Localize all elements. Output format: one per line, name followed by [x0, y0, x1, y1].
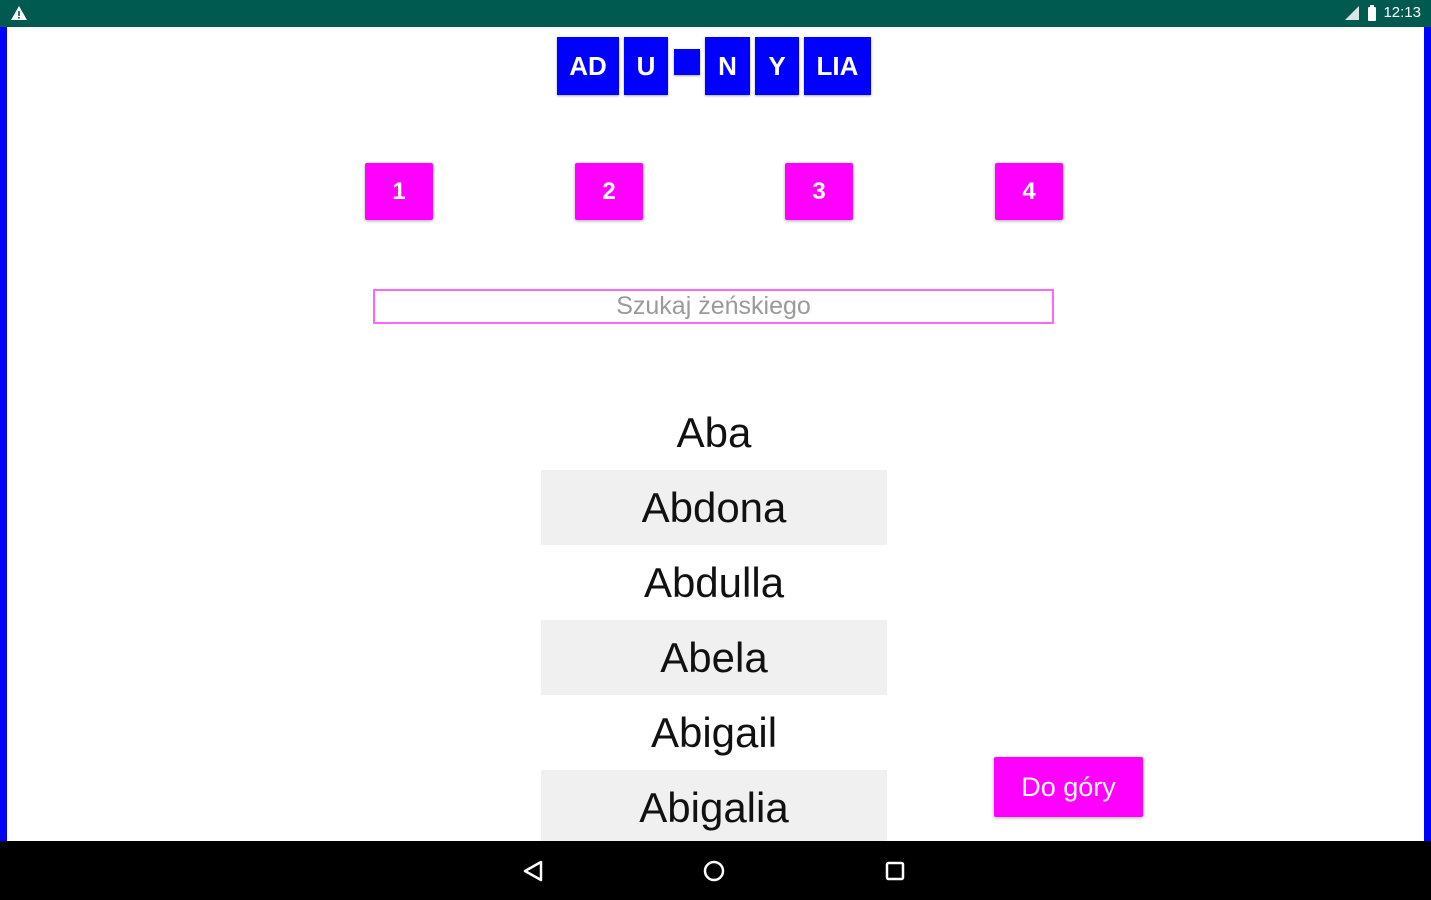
name-list: Aba Abdona Abdulla Abela Abigail Abigali… [541, 395, 887, 841]
battery-icon [1368, 4, 1377, 21]
scroll-top-button[interactable]: Do góry [994, 757, 1143, 817]
letter-tiles: AD U N Y LIA [0, 37, 1431, 95]
list-item[interactable]: Abigalia [541, 770, 887, 841]
letter-tile[interactable]: AD [557, 37, 619, 95]
list-item[interactable]: Abdulla [541, 545, 887, 620]
list-item[interactable]: Abela [541, 620, 887, 695]
list-item[interactable]: Abigail [541, 695, 887, 770]
letter-tile-blank[interactable] [674, 49, 700, 75]
number-button-4[interactable]: 4 [995, 163, 1063, 220]
list-item[interactable]: Aba [541, 395, 887, 470]
navigation-bar [0, 841, 1431, 900]
warning-icon [11, 6, 27, 20]
letter-tile[interactable]: N [705, 37, 750, 95]
list-item[interactable]: Abdona [541, 470, 887, 545]
letter-tile[interactable]: U [624, 37, 668, 95]
number-button-1[interactable]: 1 [365, 163, 433, 220]
clock: 12:13 [1383, 4, 1421, 21]
status-bar: 12:13 [0, 0, 1431, 27]
number-button-2[interactable]: 2 [575, 163, 643, 220]
search-input[interactable] [373, 289, 1054, 324]
signal-icon [1345, 5, 1360, 20]
home-icon[interactable] [698, 855, 730, 887]
number-button-3[interactable]: 3 [785, 163, 853, 220]
letter-tile[interactable]: Y [755, 37, 799, 95]
letter-tile[interactable]: LIA [804, 37, 871, 95]
recents-icon[interactable] [879, 855, 911, 887]
back-icon[interactable] [517, 855, 549, 887]
